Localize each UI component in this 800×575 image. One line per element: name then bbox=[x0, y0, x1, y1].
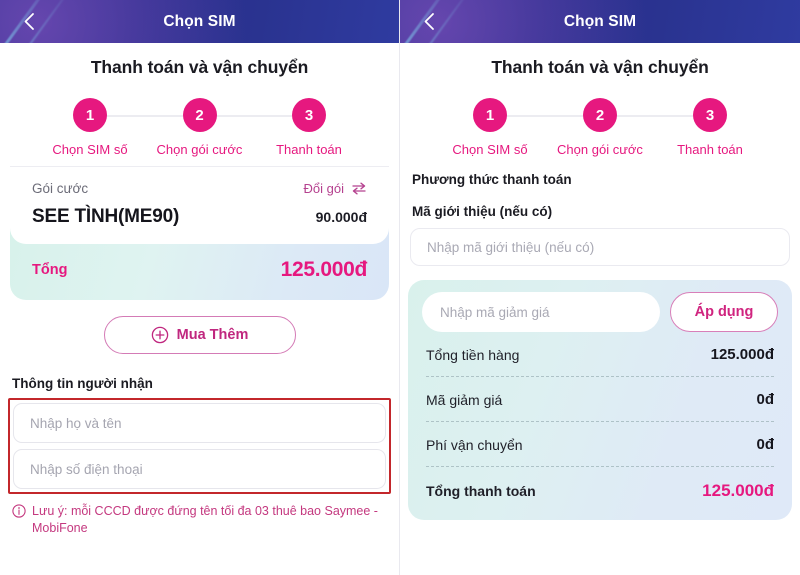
apply-promo-button[interactable]: Áp dụng bbox=[670, 292, 778, 332]
summary-row-subtotal: Tổng tiền hàng 125.000đ bbox=[422, 332, 778, 376]
summary-value-shipping: 0đ bbox=[756, 436, 774, 453]
stepper-step-1[interactable]: 1 Chọn SIM số bbox=[44, 98, 136, 157]
app-bar-left: Chọn SIM bbox=[0, 0, 399, 43]
page-title: Thanh toán và vận chuyển bbox=[491, 57, 709, 77]
stepper-dot-2[interactable]: 2 bbox=[583, 98, 617, 132]
stepper-step-3[interactable]: 3 Thanh toán bbox=[263, 98, 355, 157]
summary-divider bbox=[426, 466, 774, 467]
plan-name: SEE TÌNH(ME90) bbox=[32, 206, 180, 227]
swap-horizontal-icon bbox=[352, 182, 366, 195]
stepper-dot-2[interactable]: 2 bbox=[182, 98, 217, 132]
stepper-dot-3[interactable]: 3 bbox=[292, 98, 326, 132]
referral-code-input[interactable] bbox=[410, 228, 790, 266]
app-bar-title: Chọn SIM bbox=[563, 12, 637, 30]
summary-value-discount: 0đ bbox=[756, 391, 774, 408]
stepper-step-2[interactable]: 2 Chọn gói cước bbox=[154, 98, 246, 157]
payment-method-title: Phương thức thanh toán bbox=[412, 172, 572, 187]
summary-value-grand-total: 125.000đ bbox=[702, 481, 774, 500]
stepper-dot-1[interactable]: 1 bbox=[473, 98, 507, 132]
summary-divider bbox=[426, 421, 774, 422]
recipient-phone-input[interactable] bbox=[13, 449, 386, 489]
recipient-section-title: Thông tin người nhận bbox=[12, 376, 153, 391]
order-total-label: Tổng bbox=[32, 262, 68, 278]
checkout-stepper: 1 Chọn SIM số 2 Chọn gói cước 3 Thanh to… bbox=[44, 98, 355, 157]
stepper-dot-3[interactable]: 3 bbox=[693, 98, 727, 132]
stepper-label-1: Chọn SIM số bbox=[452, 142, 528, 157]
stepper-step-2[interactable]: 2 Chọn gói cước bbox=[554, 98, 646, 157]
recipient-name-input[interactable] bbox=[13, 403, 386, 443]
app-bar-right: Chọn SIM bbox=[400, 0, 800, 43]
page-title: Thanh toán và vận chuyển bbox=[90, 57, 309, 77]
dual-screenshot-container: Chọn SIM Thanh toán và vận chuyển 1 Chọn… bbox=[0, 0, 800, 575]
buy-more-button[interactable]: Mua Thêm bbox=[103, 316, 296, 354]
order-total-value: 125.000đ bbox=[280, 258, 368, 281]
stepper-label-2: Chọn gói cước bbox=[557, 142, 643, 157]
plus-circle-icon bbox=[151, 326, 168, 344]
summary-divider bbox=[426, 376, 774, 377]
stepper-label-2: Chọn gói cước bbox=[156, 142, 243, 157]
stepper-label-1: Chọn SIM số bbox=[52, 142, 128, 157]
promo-code-input[interactable] bbox=[422, 292, 660, 332]
summary-row-shipping: Phí vận chuyển 0đ bbox=[422, 422, 778, 466]
buy-more-label: Mua Thêm bbox=[176, 327, 249, 343]
summary-label-shipping: Phí vận chuyển bbox=[426, 436, 523, 453]
summary-label-discount: Mã giảm giá bbox=[426, 391, 503, 408]
stepper-step-1[interactable]: 1 Chọn SIM số bbox=[444, 98, 536, 157]
order-total-row: Tổng 125.000đ bbox=[10, 244, 389, 290]
stepper-label-3: Thanh toán bbox=[677, 142, 743, 157]
plan-price: 90.000đ bbox=[315, 209, 367, 225]
plan-card-label: Gói cước bbox=[32, 181, 89, 196]
recipient-highlight-frame bbox=[8, 398, 391, 494]
order-summary-card: Gói cước Đổi gói SEE TÌNH(ME90) 90.000đ … bbox=[10, 166, 389, 300]
info-circle-icon bbox=[12, 504, 26, 518]
checkout-stepper: 1 Chọn SIM số 2 Chọn gói cước 3 Thanh to… bbox=[444, 98, 756, 157]
payment-summary-card: Áp dụng Tổng tiền hàng 125.000đ Mã giảm … bbox=[408, 280, 792, 520]
plan-card: Gói cước Đổi gói SEE TÌNH(ME90) 90.000đ bbox=[10, 166, 389, 244]
change-plan-button[interactable]: Đổi gói bbox=[304, 181, 367, 196]
right-screen: Chọn SIM Thanh toán và vận chuyển 1 Chọn… bbox=[400, 0, 800, 575]
recipient-note-text: Lưu ý: mỗi CCCD được đứng tên tối đa 03 … bbox=[32, 504, 378, 535]
summary-value-subtotal: 125.000đ bbox=[710, 346, 774, 363]
referral-code-title: Mã giới thiệu (nếu có) bbox=[412, 204, 553, 219]
stepper-step-3[interactable]: 3 Thanh toán bbox=[664, 98, 756, 157]
stepper-label-3: Thanh toán bbox=[276, 142, 342, 157]
change-plan-label: Đổi gói bbox=[303, 181, 344, 196]
recipient-note: Lưu ý: mỗi CCCD được đứng tên tối đa 03 … bbox=[12, 503, 389, 536]
summary-row-grand-total: Tổng thanh toán 125.000đ bbox=[422, 467, 778, 514]
app-bar-title: Chọn SIM bbox=[163, 12, 236, 30]
stepper-dot-1[interactable]: 1 bbox=[73, 98, 107, 132]
left-screen: Chọn SIM Thanh toán và vận chuyển 1 Chọn… bbox=[0, 0, 400, 575]
promo-code-row: Áp dụng bbox=[422, 292, 778, 332]
summary-label-grand-total: Tổng thanh toán bbox=[426, 483, 536, 499]
summary-row-discount: Mã giảm giá 0đ bbox=[422, 377, 778, 421]
summary-label-subtotal: Tổng tiền hàng bbox=[426, 346, 520, 363]
